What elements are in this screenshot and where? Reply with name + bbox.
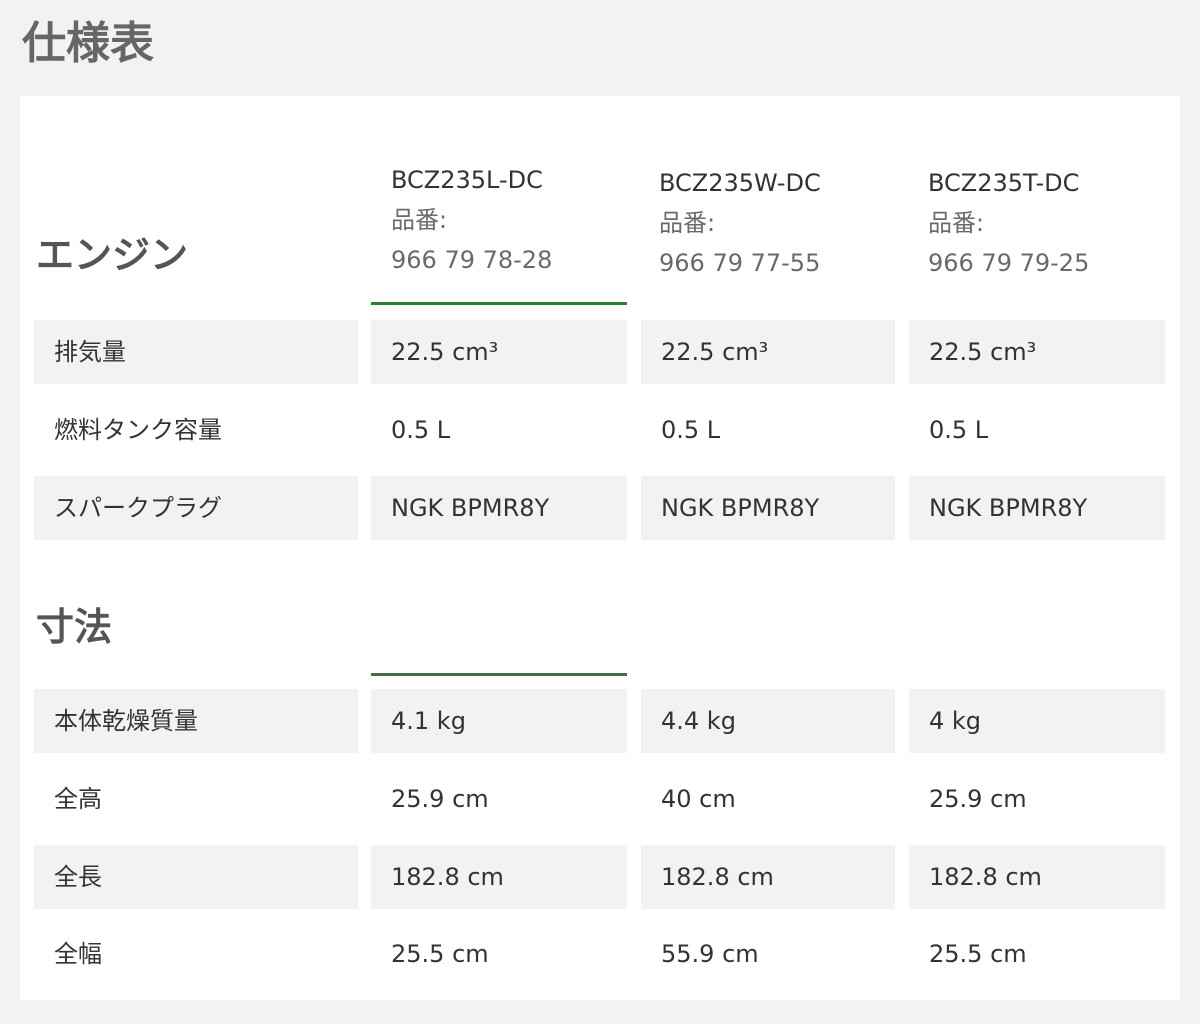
spec-value: 182.8 cm [641, 845, 895, 909]
spec-value: 22.5 cm³ [641, 320, 895, 384]
product-number: 966 79 79-25 [928, 249, 1090, 277]
spec-value: 25.9 cm [391, 785, 489, 813]
spec-value: 182.8 cm [909, 845, 1165, 909]
spec-row-height: 全高 25.9 cm 40 cm 25.9 cm [34, 767, 1165, 831]
product-number-label: 品番: [391, 206, 448, 234]
spec-value: 4 kg [909, 689, 1165, 753]
spec-value: 22.5 cm³ [909, 320, 1165, 384]
page-title: 仕様表 [22, 18, 154, 69]
spec-value: 0.5 L [929, 416, 989, 444]
spec-row-length: 全長 182.8 cm 182.8 cm 182.8 cm [34, 845, 1165, 909]
spec-label: 燃料タンク容量 [54, 416, 222, 444]
spec-value: 25.9 cm [929, 785, 1027, 813]
spec-label: 全長 [34, 845, 358, 909]
spec-label: 本体乾燥質量 [34, 689, 358, 753]
product-model: BCZ235W-DC [659, 169, 821, 197]
spec-value: 40 cm [661, 785, 736, 813]
spec-value: 0.5 L [391, 416, 451, 444]
product-number: 966 79 77-55 [659, 249, 821, 277]
product-number-label: 品番: [659, 209, 716, 237]
spec-value: 4.1 kg [371, 689, 627, 753]
spec-label: 全高 [54, 785, 102, 813]
spec-value: 25.5 cm [929, 940, 1027, 968]
spec-value: 25.5 cm [391, 940, 489, 968]
spec-label: 排気量 [34, 320, 358, 384]
spec-value: 22.5 cm³ [371, 320, 627, 384]
spec-value: 0.5 L [661, 416, 721, 444]
spec-value: NGK BPMR8Y [371, 476, 627, 540]
spec-row-displacement: 排気量 22.5 cm³ 22.5 cm³ 22.5 cm³ [34, 320, 1165, 384]
product-model: BCZ235L-DC [391, 166, 543, 194]
spec-row-width: 全幅 25.5 cm 55.9 cm 25.5 cm [34, 922, 1165, 986]
spec-value: 4.4 kg [641, 689, 895, 753]
spec-value: 55.9 cm [661, 940, 759, 968]
spec-table-card: BCZ235L-DC 品番: 966 79 78-28 BCZ235W-DC 品… [20, 96, 1180, 1000]
spec-label: スパークプラグ [34, 476, 358, 540]
product-header-1: BCZ235L-DC 品番: 966 79 78-28 [391, 160, 552, 280]
spec-row-fuel-tank: 燃料タンク容量 0.5 L 0.5 L 0.5 L [34, 398, 1165, 462]
product-number-label: 品番: [928, 209, 985, 237]
spec-row-dry-weight: 本体乾燥質量 4.1 kg 4.4 kg 4 kg [34, 689, 1165, 753]
spec-label: 全幅 [54, 940, 102, 968]
section-title-dimensions: 寸法 [36, 605, 113, 649]
product-header-3: BCZ235T-DC 品番: 966 79 79-25 [928, 163, 1089, 283]
active-column-indicator [371, 673, 627, 676]
section-title-engine: エンジン [36, 233, 189, 277]
spec-row-spark-plug: スパークプラグ NGK BPMR8Y NGK BPMR8Y NGK BPMR8Y [34, 476, 1165, 540]
spec-value: NGK BPMR8Y [909, 476, 1165, 540]
product-model: BCZ235T-DC [928, 169, 1080, 197]
active-column-indicator [371, 302, 627, 305]
spec-value: NGK BPMR8Y [641, 476, 895, 540]
spec-value: 182.8 cm [371, 845, 627, 909]
product-header-2: BCZ235W-DC 品番: 966 79 77-55 [659, 163, 821, 283]
product-number: 966 79 78-28 [391, 246, 553, 274]
